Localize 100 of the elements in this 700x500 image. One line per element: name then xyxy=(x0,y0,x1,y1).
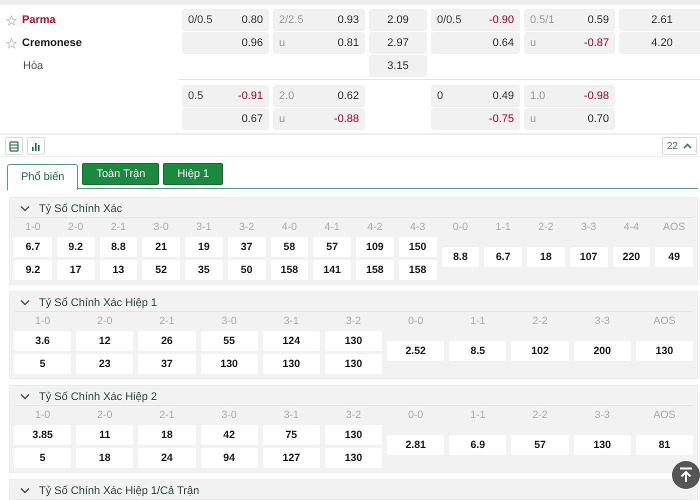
odds-cell[interactable]: 124 xyxy=(262,331,320,351)
score-label: 1-0 xyxy=(34,408,52,422)
team-name: Hòa xyxy=(22,60,44,72)
odds-cell[interactable]: 50 xyxy=(228,260,266,280)
odds-cell[interactable]: 58 xyxy=(270,237,308,257)
odds-cell[interactable]: 8.5 xyxy=(449,341,506,361)
odds-cell[interactable]: 130 xyxy=(636,341,693,361)
odds-cell[interactable]: 37 xyxy=(138,354,196,374)
odds-cell[interactable]: 158 xyxy=(356,260,394,280)
odds-cell[interactable]: 220 xyxy=(612,247,650,267)
chevron-down-icon[interactable] xyxy=(20,299,30,306)
odds-cell[interactable]: 5 xyxy=(14,448,72,468)
bar-chart-icon[interactable] xyxy=(27,137,45,155)
chevron-down-icon[interactable] xyxy=(20,393,30,400)
odds-cell[interactable]: 0 0.49 xyxy=(431,85,520,107)
odds-cell[interactable]: 6.9 xyxy=(449,435,506,455)
odds-cell[interactable]: 8.8 xyxy=(100,237,138,257)
score-label: 1-0 xyxy=(24,220,42,234)
odds-cell[interactable]: 150 xyxy=(398,237,436,257)
odds-cell[interactable]: 18 xyxy=(76,448,134,468)
odds-cell[interactable]: 52 xyxy=(142,260,180,280)
odds-cell[interactable]: 0.96 xyxy=(182,32,269,54)
odds-cell[interactable]: 0/0.5 0.80 xyxy=(182,9,269,31)
chevron-down-icon[interactable] xyxy=(20,205,30,212)
odds-cell[interactable]: 13 xyxy=(100,260,138,280)
odds-cell[interactable]: 2.97 xyxy=(369,32,427,54)
odds-cell[interactable]: 2.52 xyxy=(387,341,444,361)
score-label: 2-1 xyxy=(158,408,176,422)
odds-cell[interactable]: 42 xyxy=(200,425,258,445)
odds-cell[interactable]: 24 xyxy=(138,448,196,468)
odds-cell[interactable]: 23 xyxy=(76,354,134,374)
odds-cell[interactable]: 102 xyxy=(511,341,569,361)
market-tab[interactable]: Phổ biến xyxy=(7,164,78,190)
odds-cell[interactable]: u -0.88 xyxy=(273,108,365,130)
odds-cell[interactable]: 94 xyxy=(200,448,258,468)
odds-cell[interactable]: 18 xyxy=(527,247,565,267)
odds-cell[interactable]: 9.2 xyxy=(56,237,94,257)
odds-cell[interactable]: 200 xyxy=(574,341,631,361)
odds-cell[interactable]: 18 xyxy=(138,425,196,445)
odds-cell[interactable]: 49 xyxy=(655,247,693,267)
odds-cell[interactable]: 2/2.5 0.93 xyxy=(273,9,365,31)
odds-cell[interactable]: 21 xyxy=(142,237,180,257)
odds-cell[interactable]: 2.61 xyxy=(619,9,700,31)
odds-cell[interactable]: 4.20 xyxy=(619,32,700,54)
odds-cell[interactable]: 8.8 xyxy=(442,247,480,267)
odds-cell[interactable]: 1.0 -0.98 xyxy=(524,85,615,107)
odds-cell[interactable]: 109 xyxy=(356,237,394,257)
odds-cell[interactable]: 11 xyxy=(76,425,134,445)
odds-cell[interactable]: 55 xyxy=(200,331,258,351)
odds-cell[interactable]: u 0.81 xyxy=(273,32,365,54)
odds-cell[interactable]: u -0.87 xyxy=(524,32,615,54)
odds-cell[interactable]: 0.64 xyxy=(431,32,520,54)
odds-cell[interactable]: 130 xyxy=(262,354,320,374)
odds-cell[interactable]: 35 xyxy=(185,260,223,280)
odds-cell[interactable]: 9.2 xyxy=(14,260,52,280)
score-label: 2-0 xyxy=(96,408,114,422)
market-tab[interactable]: Hiệp 1 xyxy=(163,163,224,185)
odds-cell[interactable]: 158 xyxy=(270,260,308,280)
odds-cell[interactable]: 130 xyxy=(200,354,258,374)
odds-cell[interactable]: 107 xyxy=(570,247,608,267)
odds-cell[interactable]: 26 xyxy=(138,331,196,351)
odds-cell[interactable]: 0/0.5 -0.90 xyxy=(431,9,520,31)
odds-cell[interactable]: 0.5/1 0.59 xyxy=(524,9,615,31)
odds-cell[interactable]: 12 xyxy=(76,331,134,351)
odds-cell[interactable]: 81 xyxy=(636,435,693,455)
odds-cell[interactable]: 130 xyxy=(324,331,382,351)
odds-cell[interactable]: 130 xyxy=(324,448,382,468)
market-tab[interactable]: Toàn Trận xyxy=(82,163,160,185)
odds-cell[interactable]: 75 xyxy=(262,425,320,445)
odds-cell[interactable]: 141 xyxy=(313,260,351,280)
odds-cell[interactable]: 57 xyxy=(511,435,569,455)
collapse-all-button[interactable]: 22 xyxy=(662,137,697,155)
odds-cell[interactable]: 130 xyxy=(324,354,382,374)
chevron-down-icon[interactable] xyxy=(20,487,30,494)
odds-cell[interactable]: u 0.70 xyxy=(524,108,615,130)
star-icon[interactable] xyxy=(6,14,17,26)
odds-cell[interactable]: 17 xyxy=(56,260,94,280)
list-view-icon[interactable] xyxy=(5,137,23,155)
odds-cell[interactable]: 19 xyxy=(185,237,223,257)
odds-cell[interactable]: 2.81 xyxy=(387,435,444,455)
odds-cell[interactable]: 6.7 xyxy=(484,247,522,267)
odds-cell[interactable]: 2.0 0.62 xyxy=(273,85,365,107)
score-label: 1-1 xyxy=(469,314,486,328)
odds-cell[interactable]: 0.67 xyxy=(182,108,269,130)
odds-cell[interactable]: 130 xyxy=(324,425,382,445)
odds-cell[interactable]: 158 xyxy=(398,260,436,280)
odds-cell[interactable]: 2.09 xyxy=(369,9,427,31)
odds-cell[interactable]: 37 xyxy=(228,237,266,257)
star-icon[interactable] xyxy=(6,38,17,48)
odds-cell[interactable]: -0.75 xyxy=(431,108,520,130)
score-label: 0-0 xyxy=(407,314,424,328)
odds-cell[interactable]: 127 xyxy=(262,448,320,468)
odds-cell[interactable]: 5 xyxy=(14,354,72,374)
odds-cell[interactable]: 57 xyxy=(313,237,351,257)
odds-cell[interactable]: 0.5 -0.91 xyxy=(182,85,269,107)
odds-cell[interactable]: 6.7 xyxy=(14,237,52,257)
odds-cell[interactable]: 3.15 xyxy=(369,55,427,77)
odds-cell[interactable]: 3.85 xyxy=(14,425,72,445)
odds-cell[interactable]: 130 xyxy=(574,435,631,455)
odds-cell[interactable]: 3.6 xyxy=(14,331,72,351)
